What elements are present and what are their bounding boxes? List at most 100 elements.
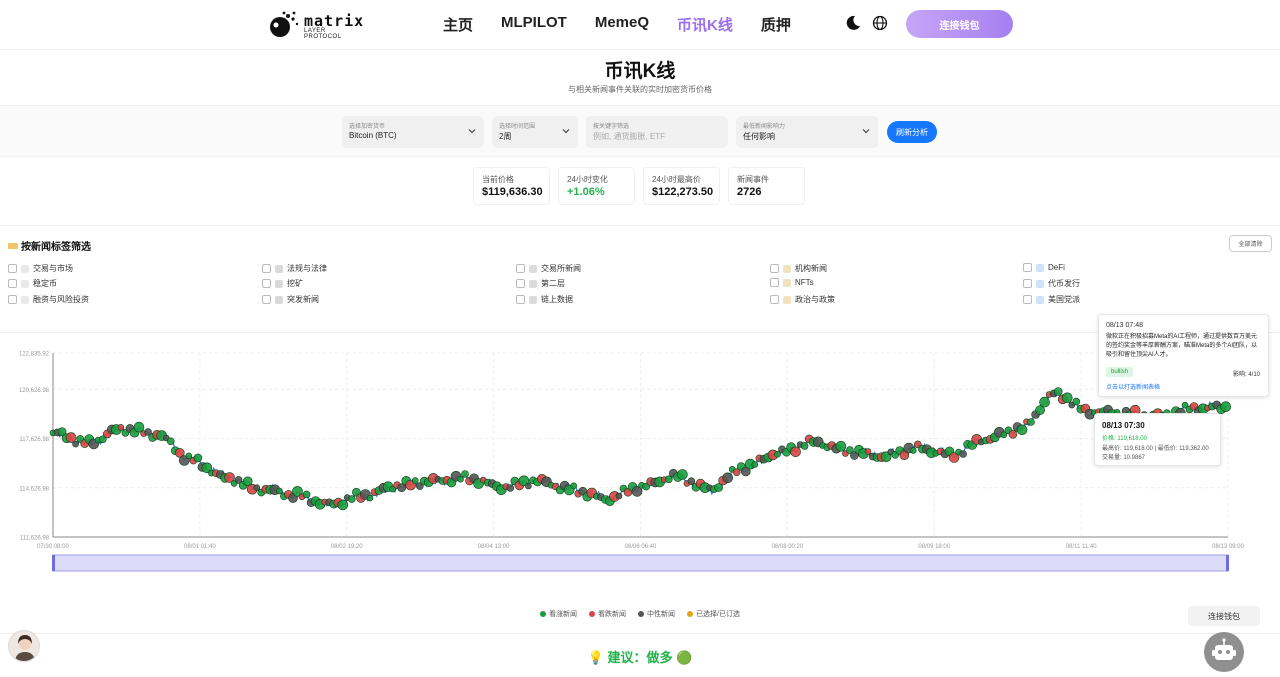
legend-label: 看跌新闻: [598, 611, 627, 618]
range-select[interactable]: 选择时间范围 2周: [492, 116, 578, 148]
news-marker: [959, 450, 967, 458]
checkbox[interactable]: [516, 264, 525, 273]
tag-filter-item[interactable]: 融资与风险投资: [8, 294, 89, 305]
filter-bar: 选择加密货币 Bitcoin (BTC) 选择时间范围 2周 按关键字筛选 例如…: [0, 105, 1280, 157]
tag-filter-item[interactable]: 链上数据: [516, 294, 573, 305]
tag-category-icon: [21, 295, 29, 304]
tag-category-icon: [1036, 295, 1044, 304]
main-nav: 主页 MLPILOT MemeQ 币讯K线 质押: [443, 14, 791, 35]
y-tick-label: 114,626.98: [19, 486, 49, 492]
sentiment-badge: bullish: [1106, 367, 1134, 377]
tag-filter-item[interactable]: NFTs: [770, 278, 814, 287]
news-marker: [677, 469, 688, 480]
nav-home[interactable]: 主页: [443, 14, 473, 35]
tag-category-icon: [275, 264, 283, 273]
legend-label: 中性新闻: [647, 611, 676, 618]
checkbox[interactable]: [516, 279, 525, 288]
tag-category-icon: [21, 264, 29, 273]
tag-filter-item[interactable]: 法规与法律: [262, 263, 327, 274]
keyword-input[interactable]: 按关键字筛选 例如, 通货膨胀, ETF: [586, 116, 728, 148]
tag-filter-item[interactable]: 突发新闻: [262, 294, 319, 305]
checkbox[interactable]: [1023, 263, 1032, 272]
nav-mlpilot[interactable]: MLPILOT: [501, 14, 567, 35]
checkbox[interactable]: [262, 279, 271, 288]
tag-filter-item[interactable]: 交易与市场: [8, 263, 73, 274]
checkbox[interactable]: [262, 295, 271, 304]
trade-suggestion: 💡 建议：做多 🟢: [587, 650, 693, 665]
nav-staking[interactable]: 质押: [761, 14, 791, 35]
news-marker: [1220, 401, 1231, 412]
checkbox[interactable]: [8, 279, 17, 288]
tag-filter-item[interactable]: 美国党派: [1023, 294, 1080, 305]
tag-label: DeFi: [1048, 263, 1065, 272]
tag-label: 突发新闻: [287, 295, 319, 304]
checkbox[interactable]: [8, 295, 17, 304]
nav-memeq[interactable]: MemeQ: [595, 14, 649, 35]
tag-filter-item[interactable]: 代币发行: [1023, 278, 1080, 289]
news-marker: [1008, 430, 1018, 439]
refresh-analysis-button[interactable]: 刷新分析: [887, 121, 937, 143]
tag-label: NFTs: [795, 278, 814, 287]
checkbox[interactable]: [1023, 279, 1032, 288]
impact-score: 影响: 4/10: [1232, 372, 1260, 378]
stat-label: 24小时最高价: [652, 175, 701, 184]
tag-filter-item[interactable]: 机构新闻: [770, 263, 827, 274]
tag-label: 机构新闻: [795, 264, 827, 273]
nav-news-kline[interactable]: 币讯K线: [677, 14, 733, 35]
legend-label: 看涨新闻: [549, 611, 578, 618]
tag-category-icon: [529, 295, 537, 304]
bearish-dot-icon: [589, 611, 596, 617]
news-table-link[interactable]: 点击以打选新闻表格: [1106, 382, 1160, 391]
legend-bullish[interactable]: 看涨新闻: [540, 609, 577, 619]
chevron-down-icon: [562, 129, 570, 134]
checkbox[interactable]: [770, 264, 779, 273]
connect-wallet-button[interactable]: 连接钱包: [906, 10, 1013, 38]
checkbox[interactable]: [516, 295, 525, 304]
price-chart[interactable]: 111,626.98 114,626.98 117,626.98 120,626.98…: [0, 335, 1280, 580]
section-divider: [0, 633, 1280, 634]
legend-neutral[interactable]: 中性新闻: [638, 609, 675, 619]
crypto-select[interactable]: 选择加密货币 Bitcoin (BTC): [342, 116, 484, 148]
moon-icon[interactable]: [845, 15, 861, 31]
tag-filter-item[interactable]: 交易所新闻: [516, 263, 581, 274]
stat-24h-high: 24小时最高价 $122,273.50: [643, 167, 720, 205]
x-tick-label: 08/04 13:00: [478, 544, 510, 550]
tag-filter-item[interactable]: DeFi: [1023, 263, 1065, 272]
stat-value: +1.06%: [567, 186, 605, 198]
legend-selected[interactable]: 已选择/已订选: [687, 609, 740, 619]
checkbox[interactable]: [1023, 295, 1032, 304]
logo-subtitle: LAYER PROTOCOL: [304, 28, 342, 40]
chevron-down-icon: [862, 129, 870, 134]
bullish-dot-icon: [540, 611, 547, 617]
news-tooltip-time: 08/13 07:48: [1106, 322, 1143, 329]
chatbot-button[interactable]: [1204, 632, 1244, 672]
clear-all-button[interactable]: 全部清除: [1229, 235, 1272, 252]
legend-bearish[interactable]: 看跌新闻: [589, 609, 626, 619]
chevron-down-icon: [468, 129, 476, 134]
impact-select[interactable]: 最低新闻影响力 任何影响: [736, 116, 878, 148]
checkbox[interactable]: [262, 264, 271, 273]
checkbox[interactable]: [8, 264, 17, 273]
tag-filter-title-text: 按新闻标签筛选: [21, 242, 91, 253]
globe-icon[interactable]: [872, 15, 888, 31]
tag-filter-item[interactable]: 政治与政策: [770, 294, 835, 305]
tag-label: 美国党派: [1048, 295, 1080, 304]
tag-filter-item[interactable]: 挖矿: [262, 278, 303, 289]
news-tooltip: 08/13 07:48 微软正在积极招募Meta的AI工程师，通过提供数百万美元…: [1098, 314, 1269, 397]
selected-dot-icon: [687, 611, 694, 617]
impact-select-label: 最低新闻影响力: [743, 124, 786, 130]
tag-filter-item[interactable]: 稳定币: [8, 278, 57, 289]
tag-category-icon: [1036, 279, 1044, 288]
tag-filter-item[interactable]: 第二层: [516, 278, 565, 289]
checkbox[interactable]: [770, 295, 779, 304]
price-tooltip-time: 08/13 07:30: [1102, 421, 1145, 430]
checkbox[interactable]: [770, 278, 779, 287]
y-tick-label: 120,626.98: [19, 388, 50, 394]
news-marker: [864, 448, 872, 455]
tag-filter-title: 按新闻标签筛选: [8, 238, 91, 253]
tag-category-icon: [275, 295, 283, 304]
floating-connect-wallet-button[interactable]: 连接钱包: [1188, 606, 1260, 626]
news-marker: [722, 472, 734, 484]
tag-label: 稳定币: [33, 279, 57, 288]
logo[interactable]: matrix LAYER PROTOCOL: [268, 10, 364, 40]
